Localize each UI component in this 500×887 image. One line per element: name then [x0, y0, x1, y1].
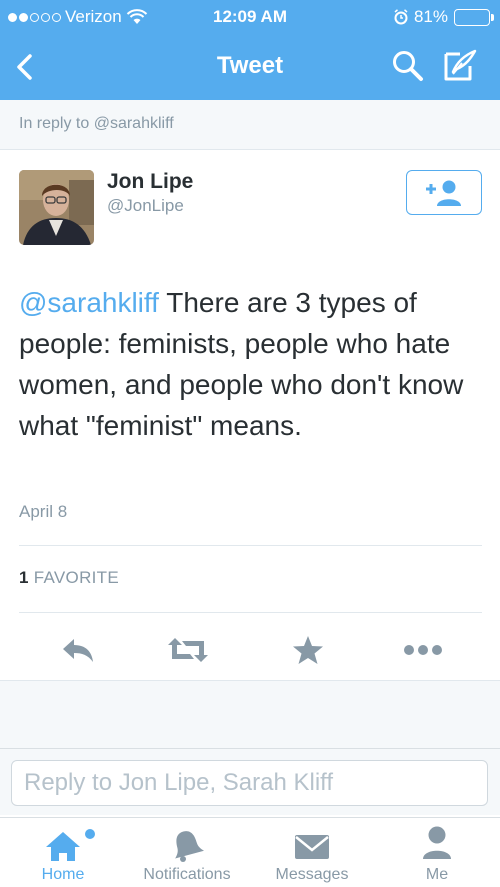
author-name[interactable]: Jon Lipe: [107, 170, 193, 194]
new-content-badge: [85, 829, 95, 839]
nav-bar: Verizon 12:09 AM 81% Tweet: [0, 0, 500, 100]
status-right: 81%: [394, 7, 494, 27]
retweet-button[interactable]: [163, 625, 213, 675]
more-button[interactable]: [398, 625, 448, 675]
tab-home[interactable]: Home: [19, 818, 107, 887]
tweet-actions: [0, 625, 500, 675]
tab-label: Home: [41, 866, 85, 883]
tab-me[interactable]: Me: [408, 818, 466, 887]
favorite-count-label: FAVORITE: [33, 568, 120, 587]
favorite-count-number: 1: [19, 568, 29, 587]
reply-button[interactable]: [53, 625, 103, 675]
favorite-button[interactable]: [283, 625, 333, 675]
in-reply-to-link[interactable]: In reply to @sarahkliff: [0, 100, 500, 150]
tab-label: Notifications: [143, 866, 231, 883]
more-icon: [404, 645, 442, 655]
tweet-date: April 8: [19, 502, 68, 521]
reply-input[interactable]: [11, 760, 488, 806]
author-handle[interactable]: @JonLipe: [107, 196, 184, 216]
favorite-icon: [293, 636, 323, 664]
alarm-icon: [394, 9, 408, 25]
compose-icon[interactable]: [440, 46, 480, 86]
add-user-icon: [426, 180, 461, 206]
divider: [0, 748, 500, 749]
battery-icon: [454, 8, 494, 26]
follow-button[interactable]: [406, 170, 482, 215]
mention-link[interactable]: @sarahkliff: [19, 287, 159, 318]
search-icon[interactable]: [390, 48, 426, 84]
bell-icon: [175, 831, 204, 862]
reply-icon: [63, 639, 93, 662]
status-bar: Verizon 12:09 AM 81%: [0, 0, 500, 34]
battery-percent: 81%: [413, 7, 448, 26]
envelope-icon: [295, 835, 329, 859]
favorites-count[interactable]: 1 FAVORITE: [19, 568, 119, 588]
tab-messages[interactable]: Messages: [266, 818, 358, 887]
tab-bar: Home Notifications Messages Me: [0, 817, 500, 887]
divider: [19, 545, 482, 546]
person-icon: [423, 826, 451, 859]
tweet-text: @sarahkliff There are 3 types of people:…: [19, 282, 479, 446]
tab-label: Messages: [275, 866, 349, 883]
retweet-icon: [168, 638, 208, 662]
tab-notifications[interactable]: Notifications: [133, 818, 241, 887]
avatar[interactable]: [19, 170, 94, 245]
divider: [19, 612, 482, 613]
home-icon: [46, 832, 80, 861]
tab-label: Me: [425, 866, 449, 883]
